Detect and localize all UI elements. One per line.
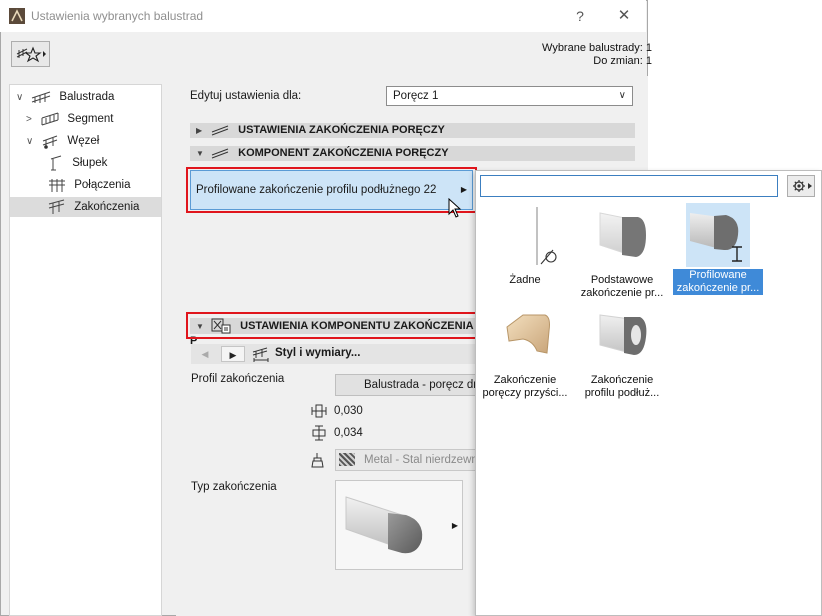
favorites-star-icon [16,46,46,63]
window-title: Ustawienia wybranych balustrad [31,9,204,23]
tree-expand-icon[interactable]: ∨ [16,88,28,108]
section-title: USTAWIENIA ZAKOŃCZENIA PORĘCZY [238,124,445,136]
tile-caption: profilu podłuż... [584,387,660,399]
wall-ending-icon [506,314,550,354]
popup-tile-basic[interactable]: Podstawowe zakończenie pr... [577,205,667,300]
chevron-down-icon: ∨ [618,90,626,101]
none-icon [536,207,557,265]
profile-select[interactable]: Balustrada - poręcz dr [335,374,477,396]
tree-item-zakonczenia[interactable]: Zakończenia [48,197,139,217]
tree-item-balustrada[interactable]: ∨ Balustrada [16,87,114,107]
favorites-button[interactable] [11,41,50,67]
close-button[interactable]: ✕ [612,6,636,26]
prev-page-button[interactable]: ◀ [193,346,217,362]
profiled-ending-icon [690,213,742,262]
railing-section-icon [211,148,229,159]
tree-label: Segment [67,113,114,125]
tree-label: Słupek [72,157,108,169]
edit-settings-label: Edytuj ustawienia dla: [190,90,302,102]
gear-icon [793,180,812,192]
arrow-right-icon: ▶ [451,521,458,530]
edit-settings-select[interactable]: Poręcz 1 ∨ [386,86,633,106]
next-page-button[interactable]: ▶ [221,346,245,362]
tile-caption: Podstawowe [590,274,654,286]
tree-expand-icon[interactable]: ∨ [26,132,38,152]
popup-tile-wall-ending[interactable]: Zakończenie poręczy przyści... [480,305,570,400]
section-title: KOMPONENT ZAKOŃCZENIA PORĘCZY [238,147,449,159]
connections-icon [49,178,65,192]
node-icon [43,135,58,149]
profile-value: Balustrada - poręcz dr [364,379,477,391]
tile-caption: zakończenie pr... [673,282,763,295]
tree-label: Połączenia [74,179,131,191]
railing-icon [32,91,51,103]
tree-label: Balustrada [59,91,115,103]
endings-icon [48,199,65,214]
ending-type-preview[interactable]: ▶ [335,480,463,570]
paint-brush-icon [311,453,324,468]
basic-ending-icon [599,212,646,257]
section-end-settings[interactable]: ▶ USTAWIENIA ZAKOŃCZENIA PORĘCZY [190,123,635,138]
material-select[interactable]: Metal - Stal nierdzewn [335,449,477,471]
material-swatch [339,453,355,466]
app-icon [9,8,25,24]
tree-expand-icon[interactable]: > [26,110,38,130]
tile-caption: Zakończenie [590,374,654,386]
tree-item-slupek[interactable]: Słupek [48,153,107,173]
component-name: Profilowane zakończenie profilu podłużne… [196,184,437,196]
settings-tree: ∨ Balustrada > Segment ∨ Węzeł Słupek Po… [9,84,162,616]
tree-item-polaczenia[interactable]: Połączenia [48,175,130,195]
height-dimension-icon [312,425,326,441]
ending-preview-image [345,496,423,554]
mouse-cursor-icon [448,198,462,218]
component-picker-button[interactable]: Profilowane zakończenie profilu podłużne… [190,170,473,210]
ending-type-label: Typ zakończenia [191,481,277,493]
tile-caption: Zakończenie [493,374,557,386]
height-value[interactable]: 0,034 [334,427,363,439]
highlight-box-component-settings [186,312,477,339]
select-value: Poręcz 1 [393,90,439,102]
tile-caption: poręczy przyści... [482,387,568,399]
tile-caption: Żadne [509,274,541,286]
material-value: Metal - Stal nierdzewn [364,454,477,466]
popup-tile-none[interactable]: Żadne [480,205,570,287]
width-dimension-icon [311,404,327,418]
to-change-count: Do zmian: 1 [593,55,652,67]
help-button[interactable]: ? [570,6,590,26]
popup-options-button[interactable] [787,175,815,197]
post-icon [50,155,62,171]
selected-count: Wybrane balustrady: 1 [542,42,652,54]
railing-section-icon [211,125,229,136]
expand-triangle-icon: ▶ [196,126,203,135]
profile-label: Profil zakończenia [191,373,285,385]
tile-caption: Profilowane [673,269,763,282]
width-value[interactable]: 0,030 [334,405,363,417]
tree-label: Zakończenia [74,201,140,213]
tree-item-segment[interactable]: > Segment [26,109,113,129]
popup-tile-profiled[interactable]: Profilowane zakończenie pr... [673,203,763,295]
popup-search-input[interactable] [480,175,778,197]
tile-thumb [686,203,750,267]
profile-ending-icon [599,314,647,355]
collapse-triangle-icon: ▼ [196,149,204,158]
tree-item-wezel[interactable]: ∨ Węzeł [26,131,99,151]
tile-caption: zakończenie pr... [580,287,664,299]
style-dimensions-label[interactable]: Styl i wymiary... [275,347,360,359]
tree-label: Węzeł [67,135,100,147]
section-end-component[interactable]: ▼ KOMPONENT ZAKOŃCZENIA PORĘCZY [190,146,635,161]
style-dimensions-icon [252,347,269,362]
popup-tile-profile-ending[interactable]: Zakończenie profilu podłuż... [577,305,667,400]
title-bar: Ustawienia wybranych balustrad ? ✕ [0,0,646,32]
segment-icon [41,112,59,126]
